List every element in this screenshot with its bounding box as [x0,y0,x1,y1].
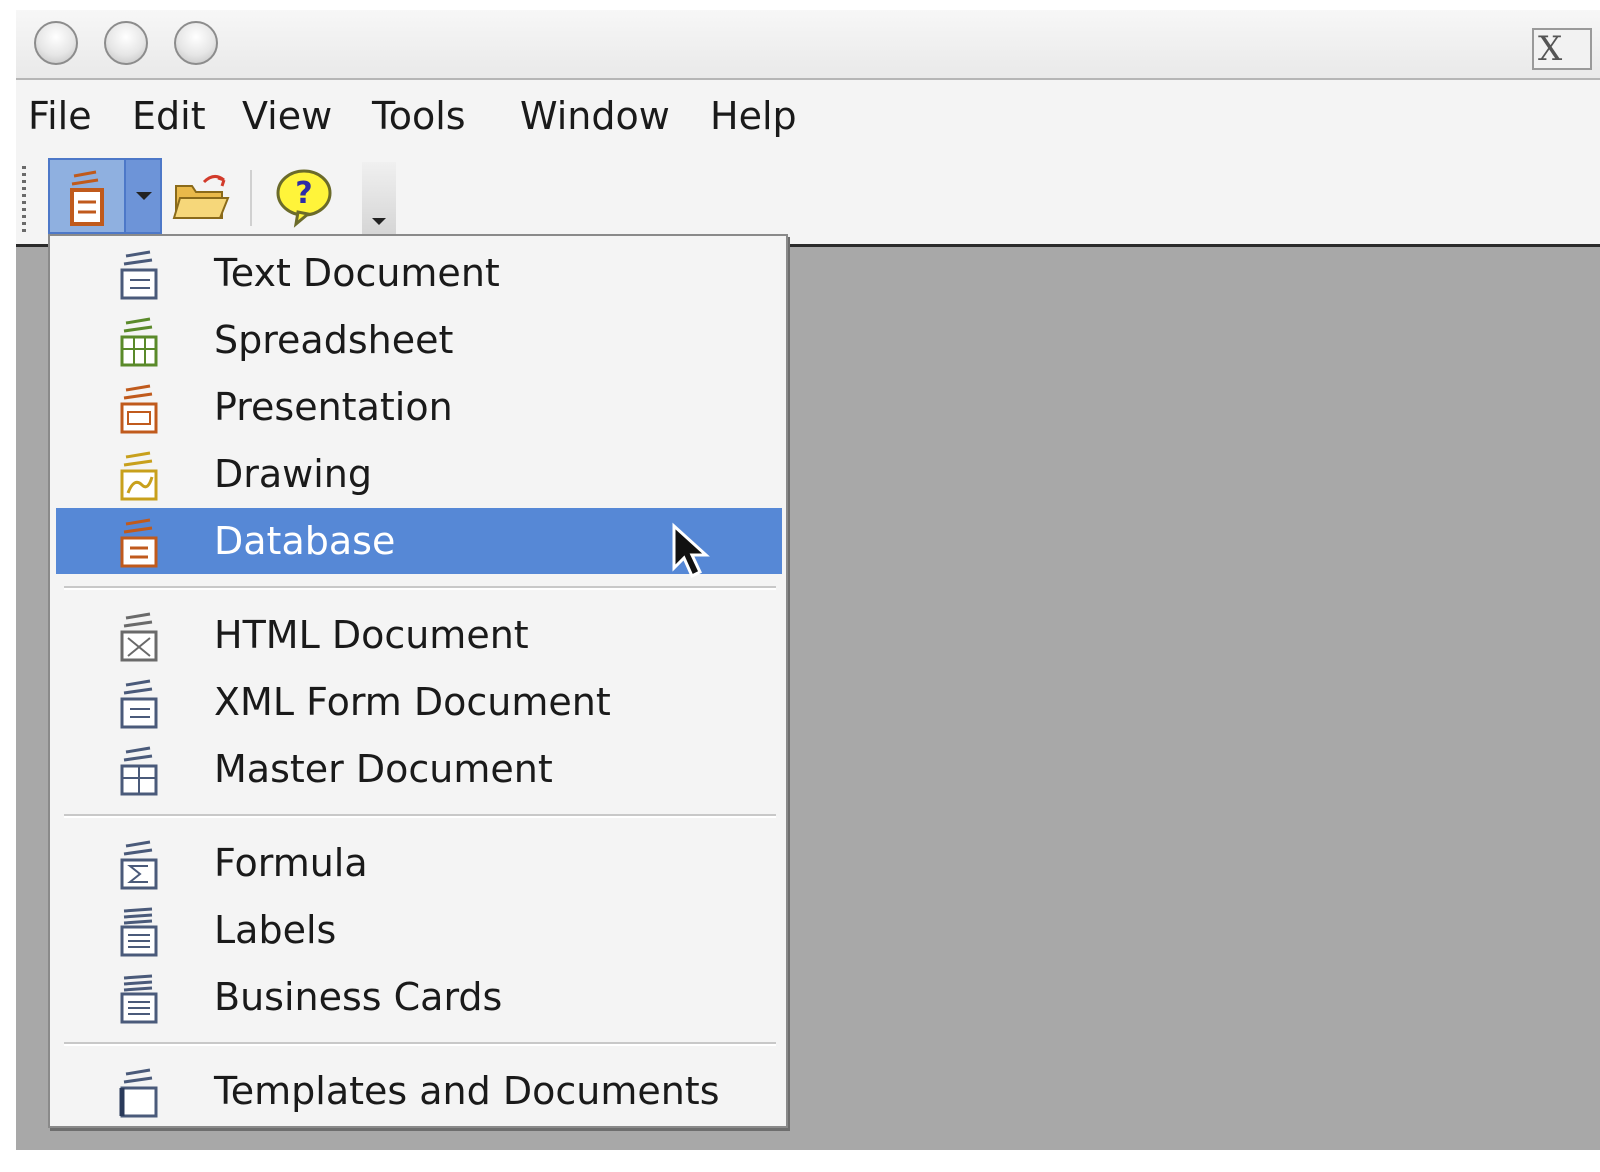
toolbar: ? [16,152,1600,247]
menu-item-drawing[interactable]: Drawing [56,441,782,507]
menu-bar: File Edit View Tools Window Help [16,80,1600,152]
close-button[interactable]: X [1532,28,1592,70]
menu-item-label: XML Form Document [214,680,611,724]
formula-icon [120,840,158,890]
toolbar-overflow-icon [372,218,386,225]
help-button[interactable]: ? [272,166,336,228]
menu-window[interactable]: Window [520,94,670,138]
toolbar-grip-handle[interactable] [22,166,26,232]
menu-help[interactable]: Help [710,94,797,138]
menu-item-label: Text Document [214,251,500,295]
toolbar-separator [250,170,252,226]
html-document-icon [120,612,158,662]
drawing-icon [120,451,158,501]
new-document-menu: Text Document Spreadsheet Presentation D… [48,234,788,1128]
menu-item-presentation[interactable]: Presentation [56,374,782,440]
labels-icon [120,907,158,957]
menu-item-label: Labels [214,908,337,952]
menu-item-formula[interactable]: Formula [56,830,782,896]
menu-item-labels[interactable]: Labels [56,897,782,963]
menu-separator [64,814,776,818]
menu-item-label: Business Cards [214,975,503,1019]
xml-form-document-icon [120,679,158,729]
menu-item-spreadsheet[interactable]: Spreadsheet [56,307,782,373]
window-zoom-circle-button[interactable] [174,21,218,65]
menu-item-label: Formula [214,841,368,885]
help-icon: ? [276,169,332,228]
window-close-circle-button[interactable] [34,21,78,65]
menu-separator [64,1042,776,1046]
menu-item-label: Spreadsheet [214,318,454,362]
menu-item-text-document[interactable]: Text Document [56,240,782,306]
open-folder-icon [172,175,230,219]
business-cards-icon [120,974,158,1024]
spreadsheet-icon [120,317,158,367]
mouse-pointer-icon [672,522,710,579]
database-icon [120,518,158,568]
menu-item-templates-and-documents[interactable]: Templates and Documents [56,1058,782,1124]
menu-item-business-cards[interactable]: Business Cards [56,964,782,1030]
presentation-icon [120,384,158,434]
toolbar-overflow-button[interactable] [362,162,396,238]
menu-item-html-document[interactable]: HTML Document [56,602,782,668]
menu-view[interactable]: View [242,94,332,138]
templates-icon [119,1068,158,1118]
menu-item-label: Presentation [214,385,453,429]
menu-item-label: HTML Document [214,613,529,657]
menu-tools[interactable]: Tools [372,94,466,138]
dropdown-arrow-icon [136,192,152,200]
menu-item-master-document[interactable]: Master Document [56,736,782,802]
menu-item-label: Drawing [214,452,373,496]
menu-item-xml-form-document[interactable]: XML Form Document [56,669,782,735]
menu-separator [64,586,776,590]
master-document-icon [120,746,158,796]
new-document-button[interactable] [48,158,126,234]
menu-item-label: Master Document [214,747,553,791]
menu-file[interactable]: File [28,94,92,138]
menu-item-label: Database [214,519,396,563]
new-document-dropdown-button[interactable] [124,158,162,234]
open-button[interactable] [170,164,234,228]
title-bar: X [16,10,1600,80]
text-document-icon [120,250,158,300]
new-document-icon [70,170,104,226]
menu-item-label: Templates and Documents [214,1069,720,1113]
svg-text:?: ? [295,176,312,211]
window-minimize-circle-button[interactable] [104,21,148,65]
menu-edit[interactable]: Edit [132,94,206,138]
